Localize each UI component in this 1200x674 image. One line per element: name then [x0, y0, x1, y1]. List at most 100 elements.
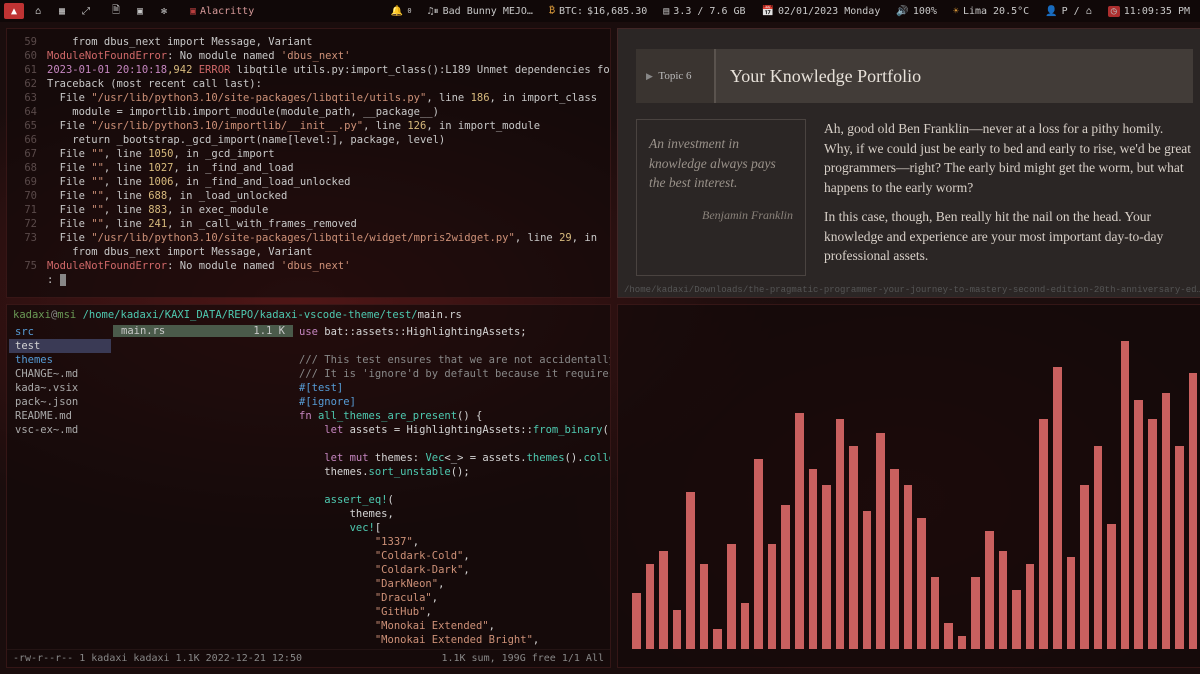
code-line: themes,	[299, 507, 604, 521]
vis-bar	[713, 629, 722, 649]
code-line: let mut themes: Vec<_> = assets.themes()…	[299, 451, 604, 465]
log-line: 63 File "/usr/lib/python3.10/site-packag…	[11, 91, 606, 105]
vis-bar	[931, 577, 940, 649]
log-line: 75ModuleNotFoundError: No module named '…	[11, 259, 606, 273]
sun-icon: ☀	[953, 6, 959, 17]
code-line	[299, 437, 604, 451]
log-line: 69 File "", line 1006, in _find_and_load…	[11, 175, 606, 189]
vis-bar	[1053, 367, 1062, 649]
vis-bar	[1026, 564, 1035, 649]
btc-widget[interactable]: ₿ BTC: $16,685.30	[543, 3, 653, 19]
quote-text: An investment in knowledge always pays t…	[649, 136, 776, 190]
ranger-status-right: 1.1K sum, 199G free 1/1 All	[441, 653, 604, 664]
notification-icon[interactable]: 🔔0	[385, 3, 418, 19]
speaker-icon: 🔊	[896, 6, 908, 17]
code-line: #[test]	[299, 381, 604, 395]
ranger-current-col[interactable]: main.rs 1.1 K	[113, 325, 293, 649]
log-line: 612023-01-01 20:10:18,942 ERROR libqtile…	[11, 63, 606, 77]
code-line: #[ignore]	[299, 395, 604, 409]
ranger-file-name: main.rs	[121, 325, 165, 337]
code-line: fn all_themes_are_present() {	[299, 409, 604, 423]
ranger-status-left: -rw-r--r-- 1 kadaxi kadaxi 1.1K 2022-12-…	[13, 653, 302, 664]
vis-bar	[632, 593, 641, 649]
vis-bar	[849, 446, 858, 649]
log-line: 73 File "/usr/lib/python3.10/site-packag…	[11, 231, 606, 245]
vis-bar	[809, 469, 818, 649]
log-line: 65 File "/usr/lib/python3.10/importlib/_…	[11, 119, 606, 133]
weather-widget[interactable]: ☀ Lima 20.5°C	[947, 3, 1035, 19]
vis-bar	[890, 469, 899, 649]
vis-bar	[1175, 446, 1184, 649]
vis-bar	[795, 413, 804, 649]
vis-bar	[1012, 590, 1021, 649]
code-line: "Coldark-Dark",	[299, 563, 604, 577]
code-line: themes.sort_unstable();	[299, 465, 604, 479]
music-widget[interactable]: ♫⏸ Bad Bunny MEJO…	[422, 3, 539, 19]
code-line: "Monokai Extended Bright",	[299, 633, 604, 647]
vis-bar	[822, 485, 831, 649]
home-icon[interactable]: ⌂	[28, 3, 48, 19]
date-widget[interactable]: 📅 02/01/2023 Monday	[756, 3, 887, 19]
book-body: An investment in knowledge always pays t…	[618, 119, 1200, 286]
vis-bar	[836, 419, 845, 649]
vis-bar	[659, 551, 668, 649]
vis-bar	[1121, 341, 1130, 649]
code-line: assert_eq!(	[299, 493, 604, 507]
log-line: 64 module = importlib.import_module(modu…	[11, 105, 606, 119]
gear-icon[interactable]: ✻	[154, 3, 174, 19]
launcher-icon[interactable]: ▲	[4, 3, 24, 19]
ranger-file-row[interactable]: main.rs 1.1 K	[113, 325, 293, 337]
ranger-item[interactable]: src	[9, 325, 111, 339]
log-line: 71 File "", line 883, in exec_module	[11, 203, 606, 217]
ranger-item[interactable]: README.md	[9, 409, 111, 423]
active-window[interactable]: ▣ Alacritty	[184, 3, 260, 19]
ranger-item[interactable]: CHANGE~.md	[9, 367, 111, 381]
ranger-item[interactable]: vsc-ex~.md	[9, 423, 111, 437]
ranger-parent-col[interactable]: srctestthemesCHANGE~.mdkada~.vsixpack~.j…	[7, 325, 113, 649]
volume-widget[interactable]: 🔊 100%	[890, 3, 943, 19]
code-line: "Coldark-Cold",	[299, 549, 604, 563]
book-reader[interactable]: Topic 6 Your Knowledge Portfolio An inve…	[617, 28, 1200, 298]
log-line: from dbus_next import Message, Variant	[11, 245, 606, 259]
clock-widget[interactable]: ◷ 11:09:35 PM	[1102, 3, 1196, 19]
vis-bar	[958, 636, 967, 649]
book-footer: /home/kadaxi/Downloads/the-pragmatic-pro…	[624, 285, 1200, 295]
log-line: 72 File "", line 241, in _call_with_fram…	[11, 217, 606, 231]
calendar-icon: 📅	[762, 6, 774, 17]
vis-bar	[1107, 524, 1116, 649]
user-widget[interactable]: 👤 P / ⌂	[1039, 3, 1098, 19]
code-line: /// This test ensures that we are not ac…	[299, 353, 604, 367]
layout-icon[interactable]: ▦	[52, 3, 72, 19]
vis-bar	[863, 511, 872, 649]
expand-icon[interactable]: ⤢	[76, 3, 96, 19]
vis-bar	[781, 505, 790, 649]
mem-widget[interactable]: ▤ 3.3 / 7.6 GB	[657, 3, 751, 19]
ranger-status: -rw-r--r-- 1 kadaxi kadaxi 1.1K 2022-12-…	[7, 649, 610, 667]
code-line: "Monokai Extended",	[299, 619, 604, 633]
vis-bar	[646, 564, 655, 649]
code-line: let assets = HighlightingAssets::from_bi…	[299, 423, 604, 437]
vis-bar	[741, 603, 750, 649]
ranger-item[interactable]: test	[9, 339, 111, 353]
log-line: 66 return _bootstrap._gcd_import(name[le…	[11, 133, 606, 147]
book-paragraph-1: Ah, good old Ben Franklin—never at a los…	[824, 119, 1193, 197]
code-line: /// It is 'ignore'd by default because i…	[299, 367, 604, 381]
btc-icon: ₿	[549, 5, 555, 17]
log-line: 62Traceback (most recent call last):	[11, 77, 606, 91]
files-icon[interactable]: 🗎	[106, 3, 126, 19]
file-manager[interactable]: kadaxi@msi /home/kadaxi/KAXI_DATA/REPO/k…	[6, 304, 611, 668]
log-line: 67 File "", line 1050, in _gcd_import	[11, 147, 606, 161]
user-icon: 👤	[1045, 6, 1057, 17]
code-preview[interactable]: use bat::assets::HighlightingAssets; ///…	[293, 325, 610, 649]
ranger-item[interactable]: pack~.json	[9, 395, 111, 409]
log-terminal[interactable]: 59 from dbus_next import Message, Varian…	[6, 28, 611, 298]
visualizer-bars	[618, 305, 1200, 667]
log-line: 59 from dbus_next import Message, Varian…	[11, 35, 606, 49]
pin-icon[interactable]: ▣	[130, 3, 150, 19]
code-line: "Dracula",	[299, 591, 604, 605]
ranger-item[interactable]: kada~.vsix	[9, 381, 111, 395]
quote-author: Benjamin Franklin	[649, 207, 793, 224]
log-line: 70 File "", line 688, in _load_unlocked	[11, 189, 606, 203]
ranger-item[interactable]: themes	[9, 353, 111, 367]
vis-bar	[1080, 485, 1089, 649]
